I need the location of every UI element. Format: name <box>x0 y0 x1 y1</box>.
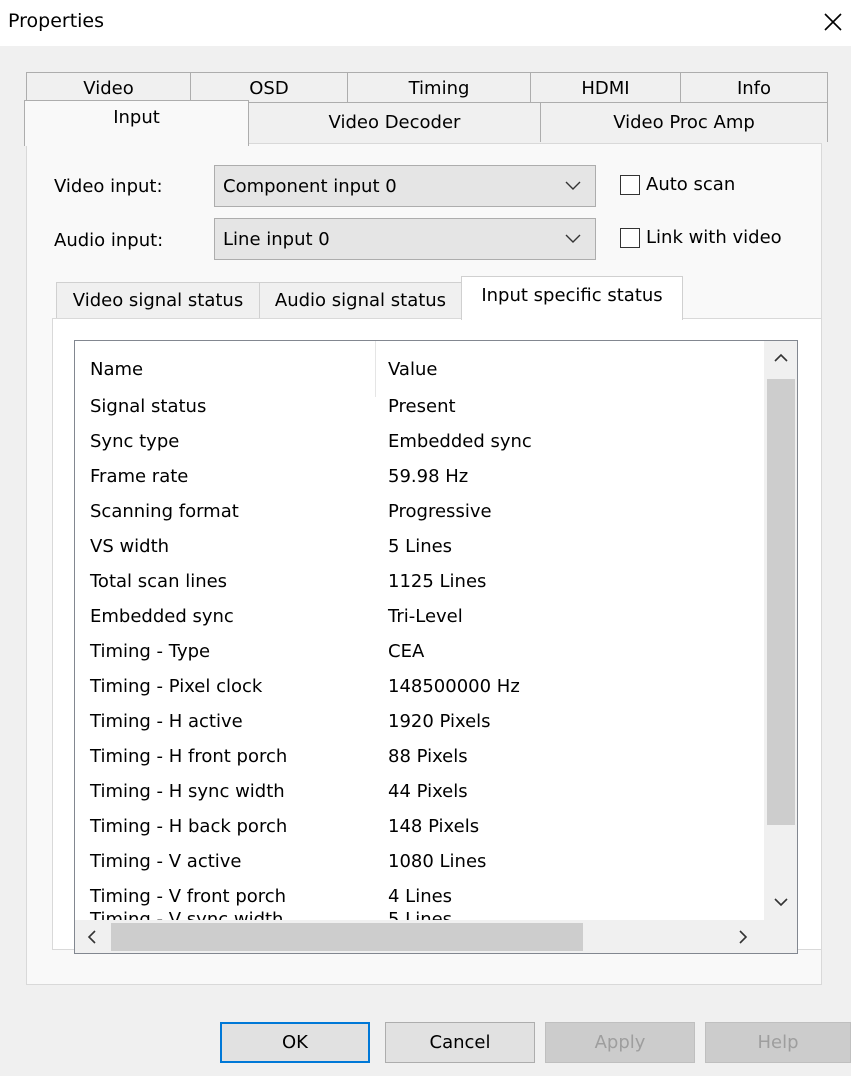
column-divider[interactable] <box>375 341 376 397</box>
scroll-up-icon[interactable] <box>774 353 788 363</box>
cancel-button[interactable]: Cancel <box>385 1022 535 1063</box>
table-row[interactable]: Total scan lines 1125 Lines <box>75 567 765 602</box>
table-row[interactable]: Timing - H back porch 148 Pixels <box>75 812 765 847</box>
vertical-scroll-thumb[interactable] <box>767 379 795 825</box>
auto-scan-checkbox[interactable]: Auto scan <box>620 174 735 195</box>
video-input-value: Component input 0 <box>223 175 397 197</box>
column-header-value[interactable]: Value <box>388 341 437 397</box>
table-row[interactable]: Embedded sync Tri-Level <box>75 602 765 637</box>
table-row[interactable]: Timing - V active 1080 Lines <box>75 847 765 882</box>
scroll-right-icon[interactable] <box>738 930 748 944</box>
tab-audio-signal-status[interactable]: Audio signal status <box>259 282 462 318</box>
tab-input-specific-status[interactable]: Input specific status <box>461 276 683 320</box>
link-with-video-checkbox[interactable]: Link with video <box>620 227 782 248</box>
tab-hdmi[interactable]: HDMI <box>530 72 681 103</box>
close-icon <box>824 13 842 31</box>
table-row[interactable]: Timing - H active 1920 Pixels <box>75 707 765 742</box>
table-row[interactable]: VS width 5 Lines <box>75 532 765 567</box>
tab-osd[interactable]: OSD <box>190 72 348 103</box>
vertical-scrollbar[interactable] <box>764 341 797 921</box>
tab-input[interactable]: Input <box>24 100 249 146</box>
tab-video-signal-status[interactable]: Video signal status <box>56 282 260 318</box>
title-bar <box>0 0 851 46</box>
table-row[interactable]: Scanning format Progressive <box>75 497 765 532</box>
apply-button[interactable]: Apply <box>545 1022 695 1063</box>
tab-timing[interactable]: Timing <box>347 72 531 103</box>
table-row[interactable]: Timing - Type CEA <box>75 637 765 672</box>
scroll-left-icon[interactable] <box>87 930 97 944</box>
column-header-name[interactable]: Name <box>90 341 143 397</box>
video-input-select[interactable]: Component input 0 <box>214 165 596 207</box>
table-row[interactable]: Timing - H sync width 44 Pixels <box>75 777 765 812</box>
window-title: Properties <box>8 10 105 32</box>
tab-info[interactable]: Info <box>680 72 828 103</box>
table-row[interactable]: Timing - Pixel clock 148500000 Hz <box>75 672 765 707</box>
tab-video-decoder[interactable]: Video Decoder <box>248 102 541 142</box>
table-row[interactable]: Timing - H front porch 88 Pixels <box>75 742 765 777</box>
table-row[interactable]: Signal status Present <box>75 392 765 427</box>
horizontal-scroll-thumb[interactable] <box>111 923 583 951</box>
auto-scan-label: Auto scan <box>646 174 736 195</box>
audio-input-value: Line input 0 <box>223 228 330 250</box>
ok-button[interactable]: OK <box>220 1022 370 1063</box>
video-input-label: Video input: <box>54 176 163 197</box>
status-list[interactable]: Name Value Signal status Present Sync typ… <box>74 340 798 954</box>
close-button[interactable] <box>815 4 851 40</box>
link-with-video-label: Link with video <box>646 227 782 248</box>
horizontal-scrollbar[interactable] <box>75 920 797 953</box>
audio-input-select[interactable]: Line input 0 <box>214 218 596 260</box>
link-with-video-box[interactable] <box>620 227 640 248</box>
help-button[interactable]: Help <box>705 1022 851 1063</box>
scroll-down-icon[interactable] <box>774 897 788 907</box>
auto-scan-box[interactable] <box>620 174 640 195</box>
audio-input-label: Audio input: <box>54 230 164 251</box>
table-row[interactable]: Sync type Embedded sync <box>75 427 765 462</box>
chevron-down-icon <box>565 234 581 243</box>
table-row[interactable]: Frame rate 59.98 Hz <box>75 462 765 497</box>
chevron-down-icon <box>565 181 581 190</box>
tab-video[interactable]: Video <box>26 72 191 103</box>
tab-video-proc-amp[interactable]: Video Proc Amp <box>540 102 828 142</box>
